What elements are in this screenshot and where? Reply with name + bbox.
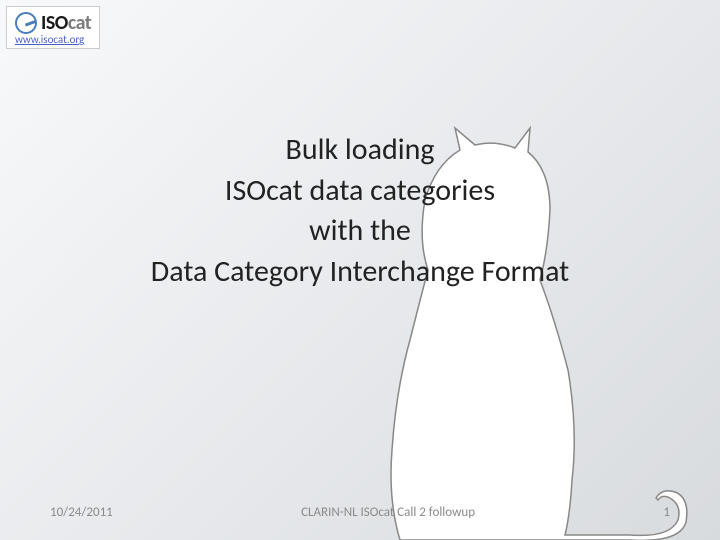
logo-circle-icon — [15, 12, 37, 34]
logo-url-link[interactable]: www.isocat.org — [15, 33, 84, 46]
title-line-3: with the — [0, 211, 720, 252]
footer-event: CLARIN-NL ISOcat Call 2 followup — [301, 505, 475, 520]
title-line-1: Bulk loading — [0, 130, 720, 171]
title-line-2: ISOcat data categories — [0, 171, 720, 212]
logo-text-cat: cat — [68, 11, 91, 35]
logo-box: ISOcat www.isocat.org — [6, 6, 100, 49]
logo-text-iso: ISO — [41, 11, 68, 35]
footer-date: 10/24/2011 — [50, 505, 113, 520]
slide-title: Bulk loading ISOcat data categories with… — [0, 130, 720, 292]
slide-footer: 10/24/2011 CLARIN-NL ISOcat Call 2 follo… — [0, 505, 720, 520]
footer-page: 1 — [663, 505, 670, 520]
title-line-4: Data Category Interchange Format — [0, 252, 720, 293]
